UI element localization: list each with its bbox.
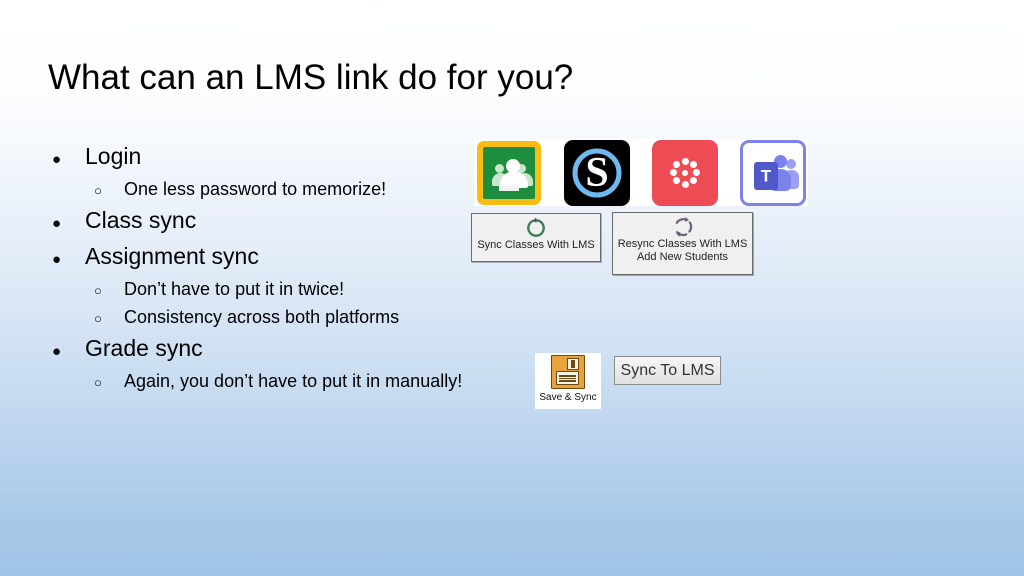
- floppy-label-line: [559, 375, 576, 377]
- canvas-petal: [681, 180, 689, 188]
- list-item-label: Again, you don’t have to put it in manua…: [124, 371, 463, 391]
- list-item: ● Assignment sync: [52, 240, 482, 276]
- floppy-label: [556, 371, 579, 385]
- teams-frame: T: [740, 139, 806, 206]
- sync-to-lms-button[interactable]: Sync To LMS: [614, 356, 721, 385]
- canvas-petal: [673, 177, 681, 184]
- page-title: What can an LMS link do for you?: [48, 58, 574, 97]
- bullet-marker: ○: [94, 183, 102, 198]
- list-item-label: Login: [85, 143, 142, 169]
- teams-letter: T: [760, 166, 772, 185]
- slide-canvas: What can an LMS link do for you? ● Login…: [0, 0, 1024, 576]
- microsoft-teams-icon: T: [740, 139, 806, 206]
- bullet-marker: ○: [94, 311, 102, 326]
- dashed-circular-arrows-icon: [672, 216, 694, 238]
- floppy-label-line: [559, 377, 576, 379]
- bullet-marker: ○: [94, 375, 102, 390]
- bullet-marker: ●: [52, 151, 62, 168]
- canvas-icon: [652, 139, 718, 206]
- save-and-sync-label: Save & Sync: [539, 392, 597, 403]
- teams-person-small-head: [786, 158, 796, 169]
- canvas-logo: [670, 157, 700, 188]
- canvas-center-dot: [682, 169, 688, 176]
- teams-t-box: T: [754, 161, 778, 190]
- bullet-marker: ●: [52, 343, 62, 360]
- list-item: ○ Again, you don’t have to put it in man…: [94, 368, 482, 396]
- list-item-label: Grade sync: [85, 335, 203, 361]
- bullet-list: ● Login ○ One less password to memorize!…: [52, 140, 482, 396]
- sync-classes-with-lms-button[interactable]: Sync Classes With LMS: [471, 213, 601, 262]
- list-item-label: One less password to memorize!: [124, 179, 387, 199]
- floppy-label-line: [559, 380, 576, 382]
- bullet-marker: ●: [52, 251, 62, 268]
- bullet-marker: ○: [94, 283, 102, 298]
- list-item-label: Consistency across both platforms: [124, 307, 400, 327]
- canvas-petal: [689, 160, 697, 168]
- canvas-petal: [673, 160, 681, 168]
- canvas-petal: [670, 169, 677, 176]
- google-classroom-icon: [476, 140, 542, 206]
- schoology-icon: S: [564, 139, 630, 206]
- resync-classes-label-line1: Resync Classes With LMS: [617, 238, 748, 250]
- list-item: ○ Consistency across both platforms: [94, 304, 482, 332]
- list-item: ○ One less password to memorize!: [94, 176, 482, 204]
- canvas-background: [652, 139, 718, 206]
- list-item: ○ Don’t have to put it in twice!: [94, 276, 482, 304]
- floppy-shutter-slot: [571, 360, 575, 368]
- bullet-marker: ●: [52, 215, 62, 232]
- google-classroom-frame: [477, 140, 541, 205]
- list-item-label: Don’t have to put it in twice!: [124, 279, 345, 299]
- canvas-petal: [689, 177, 697, 184]
- google-classroom-board: [483, 146, 535, 199]
- list-item-label: Class sync: [85, 207, 197, 233]
- list-item: ● Login: [52, 140, 482, 176]
- canvas-petal: [681, 157, 689, 165]
- list-item-label: Assignment sync: [85, 243, 259, 269]
- list-item: ● Class sync: [52, 204, 482, 240]
- resync-classes-with-lms-button[interactable]: Resync Classes With LMS Add New Students: [612, 212, 753, 275]
- circular-arrow-icon: [525, 217, 547, 239]
- schoology-background: S: [564, 139, 630, 206]
- save-and-sync-button[interactable]: Save & Sync: [535, 353, 601, 409]
- gc-person-left-head: [495, 163, 505, 173]
- floppy-disk-icon: [551, 355, 585, 389]
- floppy-shutter: [567, 358, 579, 370]
- resync-classes-label-line2: Add New Students: [636, 251, 729, 263]
- lms-app-icon-strip: S T: [474, 139, 808, 206]
- schoology-letter: S: [585, 149, 609, 196]
- list-item: ● Grade sync: [52, 332, 482, 368]
- gc-chalk-tray: [499, 185, 519, 191]
- canvas-petal: [693, 169, 700, 176]
- sync-classes-with-lms-label: Sync Classes With LMS: [477, 239, 595, 251]
